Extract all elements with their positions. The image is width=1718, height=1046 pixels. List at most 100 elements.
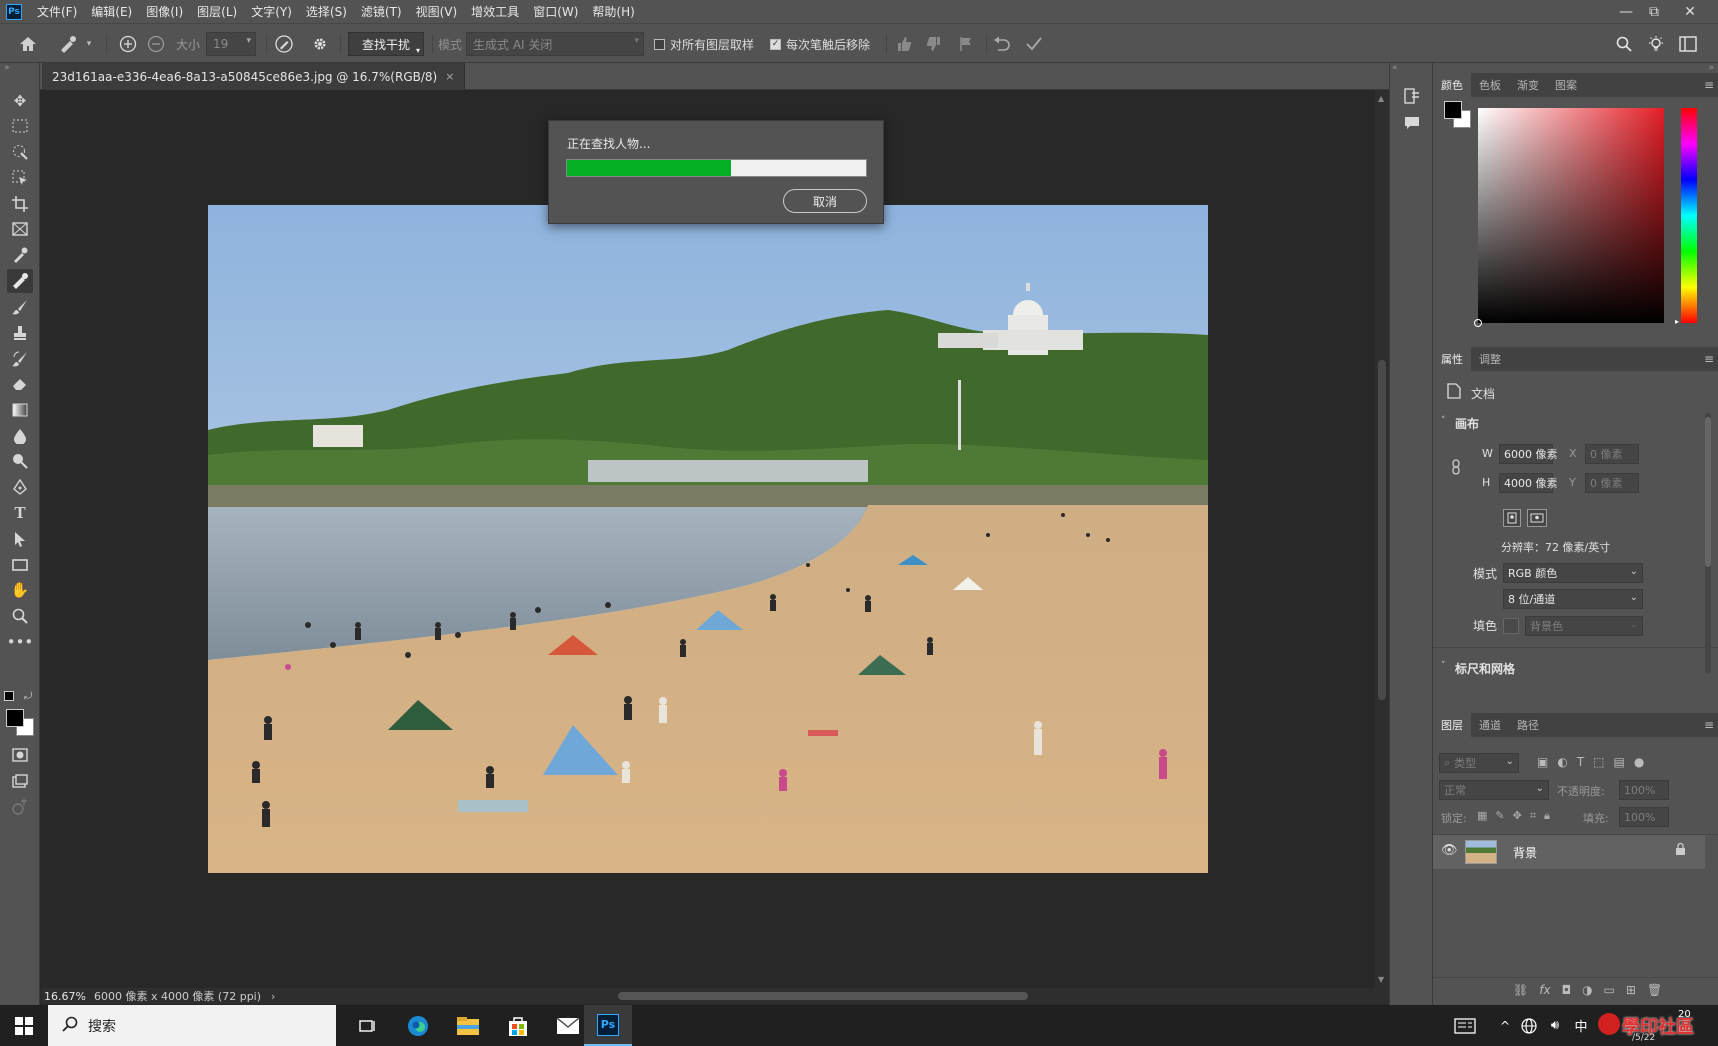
path-selection-tool-icon[interactable] bbox=[7, 527, 33, 551]
status-expand-icon[interactable]: › bbox=[271, 990, 275, 1003]
panel-menu-icon[interactable]: ≡ bbox=[1704, 352, 1714, 366]
menu-edit[interactable]: 编辑(E) bbox=[84, 3, 139, 20]
blur-tool-icon[interactable] bbox=[7, 424, 33, 448]
tab-channels[interactable]: 通道 bbox=[1471, 713, 1509, 737]
collapse-arrows-icon[interactable]: » bbox=[4, 63, 10, 73]
layer-kind-filter[interactable]: ⌕ 类型 ⌄ bbox=[1439, 753, 1519, 773]
portrait-orientation-icon[interactable] bbox=[1503, 509, 1521, 527]
menu-help[interactable]: 帮助(H) bbox=[585, 3, 641, 20]
search-icon[interactable] bbox=[1612, 32, 1636, 56]
panel-menu-icon[interactable]: ≡ bbox=[1704, 78, 1714, 92]
close-window-button[interactable]: ✕ bbox=[1676, 0, 1704, 23]
lock-artboard-icon[interactable]: ⌗ bbox=[1530, 809, 1536, 823]
news-widget-icon[interactable] bbox=[1448, 1005, 1482, 1046]
fill-opacity-field[interactable]: 100% bbox=[1619, 807, 1669, 827]
zoom-tool-icon[interactable] bbox=[7, 604, 33, 628]
sample-all-layers-checkbox[interactable]: 对所有图层取样 bbox=[654, 32, 754, 56]
tab-patterns[interactable]: 图案 bbox=[1547, 73, 1585, 97]
quick-mask-icon[interactable] bbox=[7, 743, 33, 767]
color-mode-select[interactable]: RGB 颜色 ⌄ bbox=[1503, 563, 1643, 583]
pen-tool-icon[interactable] bbox=[7, 475, 33, 499]
bit-depth-select[interactable]: 8 位/通道 ⌄ bbox=[1503, 589, 1643, 609]
height-field[interactable]: 4000 像素 bbox=[1499, 473, 1558, 493]
photoshop-taskbar-icon[interactable]: Ps bbox=[584, 1005, 632, 1046]
x-field[interactable]: 0 像素 bbox=[1585, 444, 1639, 464]
frame-tool-icon[interactable] bbox=[7, 217, 33, 241]
volume-icon[interactable]: 🔊︎ bbox=[1544, 1005, 1566, 1046]
brush-tool-icon[interactable] bbox=[7, 295, 33, 319]
menu-type[interactable]: 文字(Y) bbox=[244, 3, 299, 20]
hand-tool-icon[interactable]: ✋ bbox=[7, 578, 33, 602]
pressure-size-icon[interactable] bbox=[272, 32, 296, 56]
find-distractions-button[interactable]: 查找干扰 ▾ bbox=[348, 32, 424, 56]
chevron-down-icon[interactable]: ˅ bbox=[1441, 661, 1446, 671]
quick-selection-tool-icon[interactable] bbox=[7, 140, 33, 164]
chevron-down-icon[interactable]: ˅ bbox=[1441, 416, 1446, 426]
dodge-tool-icon[interactable] bbox=[7, 449, 33, 473]
hue-slider-handle[interactable]: ▸ bbox=[1675, 317, 1679, 326]
beach-photo[interactable] bbox=[208, 205, 1208, 873]
remove-tool-icon[interactable] bbox=[7, 269, 33, 293]
add-mask-icon[interactable]: ◘ bbox=[1562, 983, 1572, 997]
layer-row-background[interactable]: 👁︎ 背景 bbox=[1433, 835, 1705, 869]
lock-image-icon[interactable]: ✎ bbox=[1495, 809, 1504, 823]
fill-select[interactable]: 背景色 ⌄ bbox=[1525, 616, 1643, 636]
thumbs-up-icon[interactable] bbox=[892, 32, 916, 56]
lock-position-icon[interactable]: ✥ bbox=[1513, 809, 1522, 823]
vertical-scroll-thumb[interactable] bbox=[1378, 360, 1386, 700]
history-panel-icon[interactable] bbox=[1402, 86, 1422, 106]
lock-transparent-icon[interactable]: ▦ bbox=[1477, 809, 1487, 823]
commit-check-icon[interactable] bbox=[1022, 32, 1046, 56]
ime-indicator[interactable]: 中 bbox=[1570, 1005, 1592, 1046]
zoom-level[interactable]: 16.67% bbox=[44, 990, 86, 1003]
new-adjustment-layer-icon[interactable]: ◑ bbox=[1582, 983, 1592, 997]
hue-slider[interactable]: ▸ bbox=[1675, 108, 1697, 326]
opacity-field[interactable]: 100% bbox=[1619, 780, 1669, 800]
smart-object-filter-icon[interactable]: ▤ bbox=[1614, 755, 1625, 769]
menu-plugins[interactable]: 增效工具 bbox=[464, 3, 526, 20]
file-explorer-icon[interactable] bbox=[444, 1005, 492, 1046]
workspace-layout-icon[interactable] bbox=[1676, 32, 1700, 56]
menu-window[interactable]: 窗口(W) bbox=[526, 3, 585, 20]
color-field[interactable] bbox=[1474, 108, 1664, 327]
tab-gradients[interactable]: 渐变 bbox=[1509, 73, 1547, 97]
marquee-tool-icon[interactable] bbox=[7, 114, 33, 138]
fx-icon[interactable]: fx bbox=[1539, 983, 1550, 997]
tab-adjustments[interactable]: 调整 bbox=[1471, 347, 1509, 371]
link-chain-icon[interactable] bbox=[1451, 459, 1461, 478]
preset-dropdown-icon[interactable]: ▾ bbox=[84, 32, 94, 56]
mode-select[interactable]: 生成式 AI 关闭 ▾ bbox=[466, 32, 644, 56]
comments-panel-icon[interactable] bbox=[1402, 113, 1422, 133]
foreground-color-swatch[interactable] bbox=[6, 709, 24, 727]
more-tools-icon[interactable]: ••• bbox=[7, 630, 34, 654]
history-brush-tool-icon[interactable] bbox=[7, 347, 33, 371]
scroll-up-icon[interactable]: ▲ bbox=[1378, 94, 1384, 103]
new-group-icon[interactable]: ▭ bbox=[1604, 983, 1615, 997]
home-icon[interactable] bbox=[16, 32, 40, 56]
menu-view[interactable]: 视图(V) bbox=[409, 3, 465, 20]
cancel-button[interactable]: 取消 bbox=[783, 189, 867, 213]
tray-overflow-icon[interactable]: ^ bbox=[1496, 1005, 1514, 1046]
discover-lightbulb-icon[interactable] bbox=[1644, 32, 1668, 56]
taskbar-search-box[interactable]: 搜索 bbox=[48, 1005, 336, 1046]
scroll-down-icon[interactable]: ▼ bbox=[1378, 975, 1384, 984]
y-field[interactable]: 0 像素 bbox=[1585, 473, 1639, 493]
properties-scrollbar[interactable] bbox=[1705, 413, 1711, 673]
canvas-section-header[interactable]: 画布 bbox=[1455, 415, 1479, 432]
new-layer-icon[interactable]: ⊞ bbox=[1626, 983, 1636, 997]
horizontal-scroll-thumb[interactable] bbox=[618, 992, 1028, 1000]
fill-color-swatch[interactable] bbox=[1503, 618, 1519, 634]
size-input[interactable]: 19 ▾ bbox=[206, 32, 256, 56]
remove-after-stroke-checkbox[interactable]: ✓ 每次笔触后移除 bbox=[770, 32, 870, 56]
vertical-scrollbar[interactable]: ▲ ▼ bbox=[1375, 90, 1389, 988]
swap-colors-icon[interactable]: ⤾ bbox=[24, 691, 32, 702]
object-selection-tool-icon[interactable] bbox=[7, 166, 33, 190]
edge-browser-icon[interactable] bbox=[394, 1005, 442, 1046]
tab-color[interactable]: 颜色 bbox=[1433, 73, 1471, 97]
pixel-layer-filter-icon[interactable]: ▣ bbox=[1537, 755, 1548, 769]
eyedropper-tool-icon[interactable] bbox=[7, 243, 33, 267]
delete-layer-icon[interactable]: 🗑︎ bbox=[1647, 983, 1662, 997]
thumbs-down-icon[interactable] bbox=[922, 32, 946, 56]
minimize-button[interactable]: — bbox=[1612, 0, 1640, 23]
blend-mode-select[interactable]: 正常 ⌄ bbox=[1439, 780, 1549, 800]
